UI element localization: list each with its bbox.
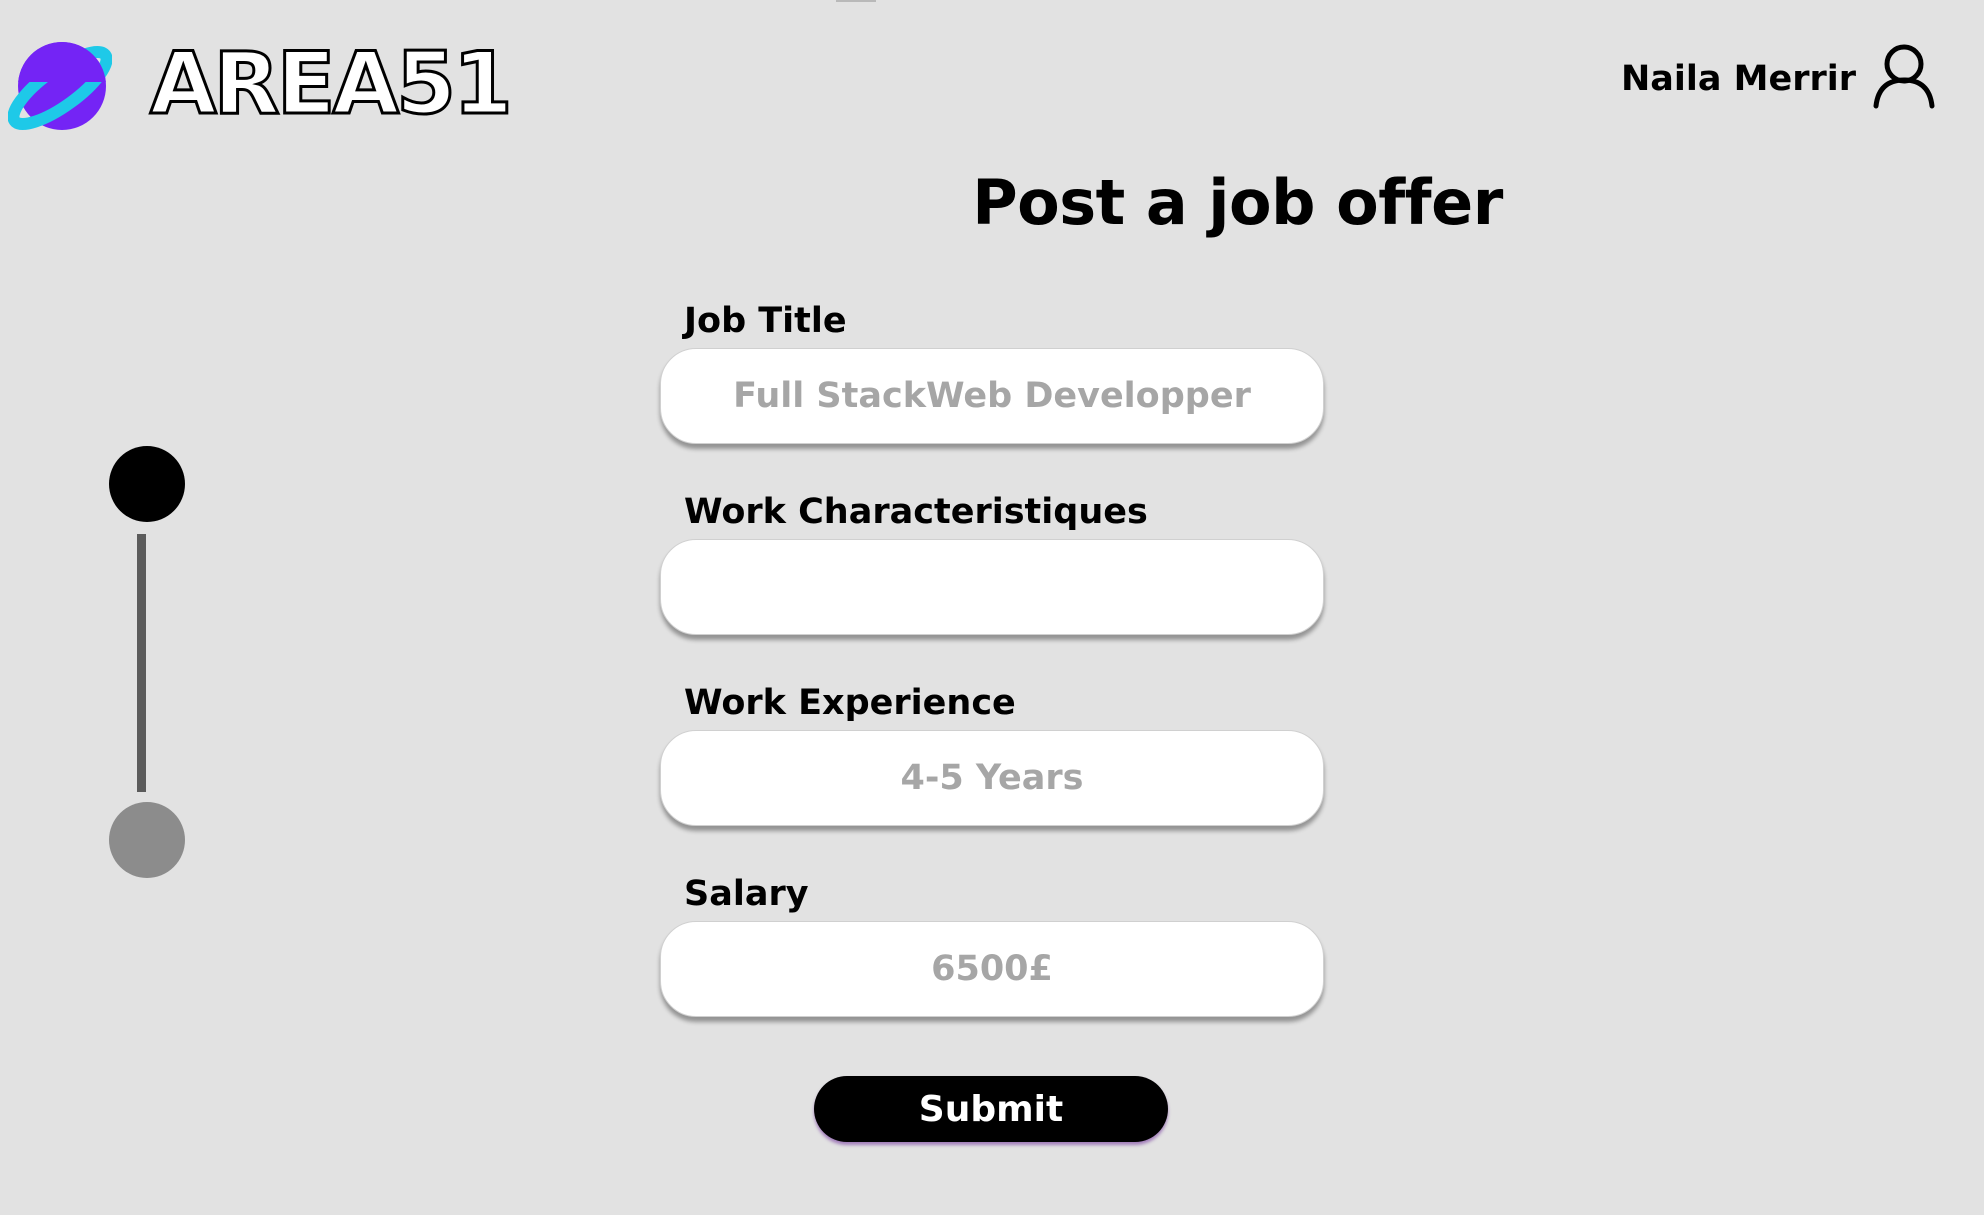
work-characteristics-label: Work Characteristiques <box>684 492 1148 532</box>
work-experience-field: Work Experience <box>660 678 1324 869</box>
salary-label: Salary <box>684 874 809 914</box>
work-characteristics-input[interactable] <box>660 539 1324 635</box>
work-experience-input[interactable] <box>660 730 1324 826</box>
job-offer-form: Job Title Work Characteristiques Work Ex… <box>660 296 1324 1060</box>
step-2-indicator[interactable] <box>109 802 185 878</box>
stepper-connector <box>137 534 146 792</box>
work-experience-label: Work Experience <box>684 683 1016 723</box>
user-name: Naila Merrir <box>1620 59 1856 99</box>
submit-button[interactable]: Submit <box>814 1076 1168 1142</box>
job-title-label: Job Title <box>684 301 847 341</box>
salary-input[interactable] <box>660 921 1324 1017</box>
logo[interactable]: AREA51 <box>8 34 515 134</box>
progress-stepper <box>108 446 186 880</box>
step-1-indicator[interactable] <box>109 446 185 522</box>
job-title-input[interactable] <box>660 348 1324 444</box>
salary-field: Salary <box>660 869 1324 1060</box>
page-title: Post a job offer <box>972 166 1503 239</box>
user-icon[interactable] <box>1872 42 1936 110</box>
user-profile[interactable]: Naila Merrir <box>1621 42 1936 110</box>
job-title-field: Job Title <box>660 296 1324 487</box>
planet-logo-icon <box>8 42 112 130</box>
top-edge-marker <box>836 0 876 2</box>
logo-text: AREA51 <box>149 34 515 134</box>
work-characteristics-field: Work Characteristiques <box>660 487 1324 678</box>
